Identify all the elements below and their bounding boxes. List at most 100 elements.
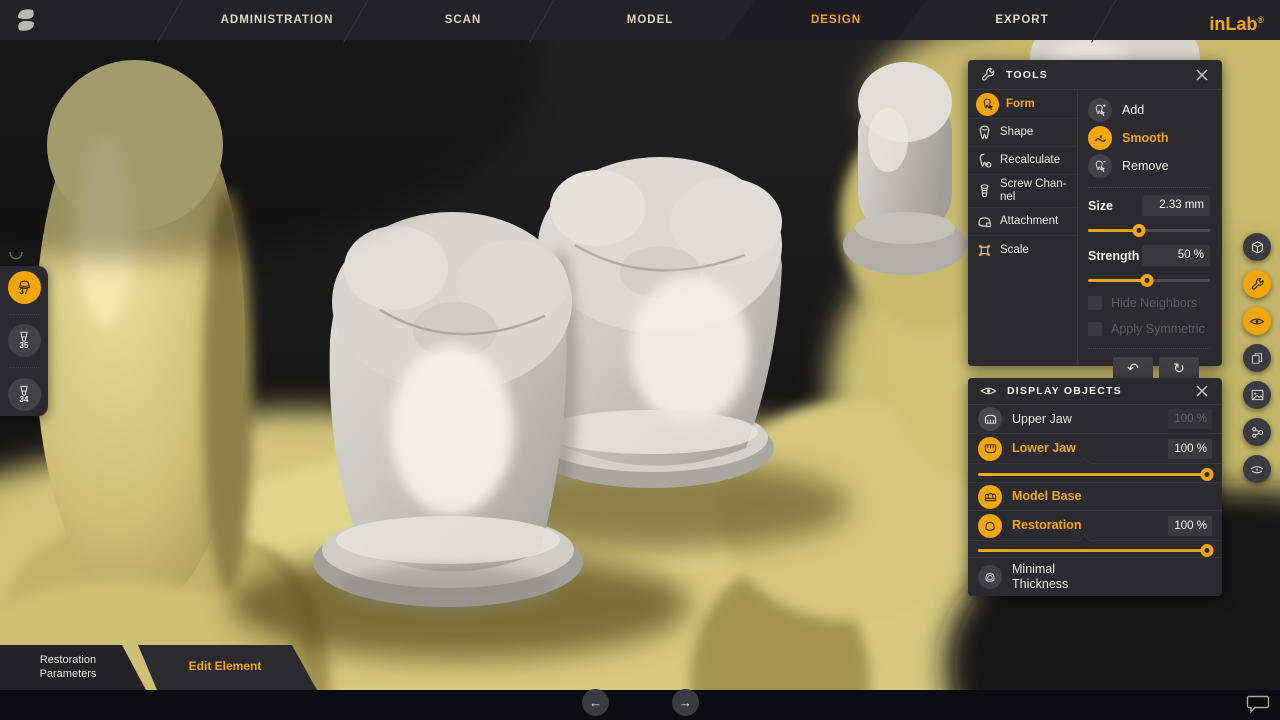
tab-edit-element[interactable]: Edit Element xyxy=(130,645,320,690)
row-label: Lower Jaw xyxy=(1012,441,1158,455)
apply-symmetric-option[interactable]: Apply Symmetric xyxy=(1088,318,1210,339)
divider xyxy=(1088,348,1210,349)
tooth-item-37[interactable]: 37 xyxy=(8,271,41,304)
screw-channel-icon xyxy=(976,183,993,200)
articulator-button[interactable] xyxy=(1243,455,1271,483)
tab-label: Edit Element xyxy=(130,659,320,673)
tooth-item-35[interactable]: 35 xyxy=(8,324,41,357)
attachment-icon xyxy=(976,213,993,230)
wrench-icon xyxy=(1250,277,1265,292)
previous-step-button[interactable]: ← xyxy=(582,689,609,716)
inlab-brand: inLab® xyxy=(1209,0,1264,40)
nav-tab-export[interactable]: EXPORT xyxy=(932,0,1112,40)
tooth-number: 37 xyxy=(20,287,29,296)
screenshot-button[interactable] xyxy=(1243,381,1271,409)
menu-label: Form xyxy=(1006,98,1035,111)
checkbox-label: Apply Symmetric xyxy=(1111,322,1205,336)
strength-value-field[interactable]: 50 % xyxy=(1142,245,1210,266)
row-model-base[interactable]: Model Base xyxy=(968,483,1222,511)
scan-tooth-top-right xyxy=(843,62,967,275)
eye-icon xyxy=(1249,316,1265,327)
row-minimal-thickness[interactable]: Minimal Thickness xyxy=(968,558,1222,595)
row-label: Upper Jaw xyxy=(1012,412,1158,426)
close-icon[interactable] xyxy=(1194,383,1210,399)
chat-bubble-icon[interactable] xyxy=(1246,693,1270,715)
nav-tab-design[interactable]: DESIGN xyxy=(746,0,926,40)
minimal-thickness-icon xyxy=(978,565,1002,589)
tooth-item-34[interactable]: 34 xyxy=(8,378,41,411)
redo-button[interactable]: ↻ xyxy=(1159,357,1199,380)
mode-add[interactable]: Add xyxy=(1088,96,1210,124)
checkbox-icon[interactable] xyxy=(1088,322,1102,336)
nav-tab-administration[interactable]: ADMINISTRATION xyxy=(187,0,367,40)
smooth-icon xyxy=(1088,126,1112,150)
slider-handle[interactable] xyxy=(1133,224,1146,237)
upper-jaw-opacity-field[interactable]: 100 % xyxy=(1168,409,1212,429)
next-step-button[interactable]: → xyxy=(672,689,699,716)
menu-item-scale[interactable]: Scale xyxy=(968,236,1077,264)
tooth-icon: 35 xyxy=(8,324,41,357)
row-restoration[interactable]: Restoration 100 % xyxy=(968,511,1222,540)
tooth-number: 35 xyxy=(20,341,29,350)
size-value-field[interactable]: 2.33 mm xyxy=(1142,195,1210,216)
display-panel-header: DISPLAY OBJECTS xyxy=(968,378,1222,405)
restoration-opacity-field[interactable]: 100 % xyxy=(1168,516,1212,536)
close-icon[interactable] xyxy=(1194,67,1210,83)
size-slider[interactable] xyxy=(1088,223,1210,237)
slider-fill xyxy=(978,549,1207,552)
tools-toggle-button[interactable] xyxy=(1243,270,1271,298)
tooth-icon: 34 xyxy=(8,378,41,411)
nav-tab-model[interactable]: MODEL xyxy=(560,0,740,40)
menu-item-attachment[interactable]: Attachment xyxy=(968,208,1077,236)
menu-label: Scale xyxy=(1000,244,1029,257)
slider-handle[interactable] xyxy=(1140,274,1153,287)
slider-handle[interactable] xyxy=(1201,468,1214,481)
display-objects-toggle-button[interactable] xyxy=(1243,307,1271,335)
nav-separator xyxy=(157,0,184,43)
model-base-icon xyxy=(978,485,1002,509)
slider-fill xyxy=(1088,279,1147,282)
restoration-slider[interactable] xyxy=(978,543,1212,557)
menu-item-screw-channel[interactable]: Screw Chan- nel xyxy=(968,175,1077,208)
menu-item-shape[interactable]: Shape xyxy=(968,119,1077,147)
divider xyxy=(9,367,39,368)
nav-tab-scan[interactable]: SCAN xyxy=(373,0,553,40)
panel-title: DISPLAY OBJECTS xyxy=(1007,385,1184,397)
restoration-crown-left xyxy=(313,212,583,610)
menu-item-form[interactable]: Form xyxy=(968,90,1077,119)
lower-jaw-opacity-field[interactable]: 100 % xyxy=(1168,439,1212,459)
sirona-logo xyxy=(14,7,38,33)
panel-title: TOOLS xyxy=(1006,69,1184,81)
form-tooth-icon xyxy=(976,93,999,116)
recalculate-icon xyxy=(976,152,993,169)
connections-button[interactable] xyxy=(1243,418,1271,446)
restoration-slider-row xyxy=(968,540,1222,558)
app-window: ADMINISTRATION SCAN MODEL DESIGN EXPORT … xyxy=(0,0,1280,720)
row-upper-jaw[interactable]: Upper Jaw 100 % xyxy=(968,405,1222,434)
strength-slider[interactable] xyxy=(1088,273,1210,287)
tooth-selector-panel: 37 35 34 xyxy=(0,266,48,416)
view-cube-button[interactable] xyxy=(1243,233,1271,261)
tools-panel: TOOLS Form Shape Recalculate xyxy=(968,60,1222,366)
slider-handle[interactable] xyxy=(1201,544,1214,557)
display-objects-panel: DISPLAY OBJECTS Upper Jaw 100 % Lower Ja… xyxy=(968,378,1222,596)
slider-fill xyxy=(1088,229,1139,232)
mode-smooth[interactable]: Smooth xyxy=(1088,124,1210,152)
row-lower-jaw[interactable]: Lower Jaw 100 % xyxy=(968,434,1222,463)
menu-label: Screw Chan- nel xyxy=(1000,178,1066,203)
undo-button[interactable]: ↶ xyxy=(1113,357,1153,380)
checkbox-label: Hide Neighbors xyxy=(1111,296,1197,310)
strength-parameter: Strength 50 % xyxy=(1088,245,1210,266)
checkbox-icon[interactable] xyxy=(1088,296,1102,310)
scale-icon xyxy=(976,242,993,259)
hide-neighbors-option[interactable]: Hide Neighbors xyxy=(1088,292,1210,313)
row-label: Restoration xyxy=(1012,518,1158,532)
case-details-button[interactable] xyxy=(1243,344,1271,372)
divider xyxy=(9,314,39,315)
lower-jaw-slider[interactable] xyxy=(978,467,1212,481)
size-parameter: Size 2.33 mm xyxy=(1088,195,1210,216)
jaw-arch-icon[interactable] xyxy=(8,250,24,264)
menu-item-recalculate[interactable]: Recalculate xyxy=(968,147,1077,175)
mode-label: Add xyxy=(1122,103,1144,117)
mode-remove[interactable]: Remove xyxy=(1088,152,1210,180)
